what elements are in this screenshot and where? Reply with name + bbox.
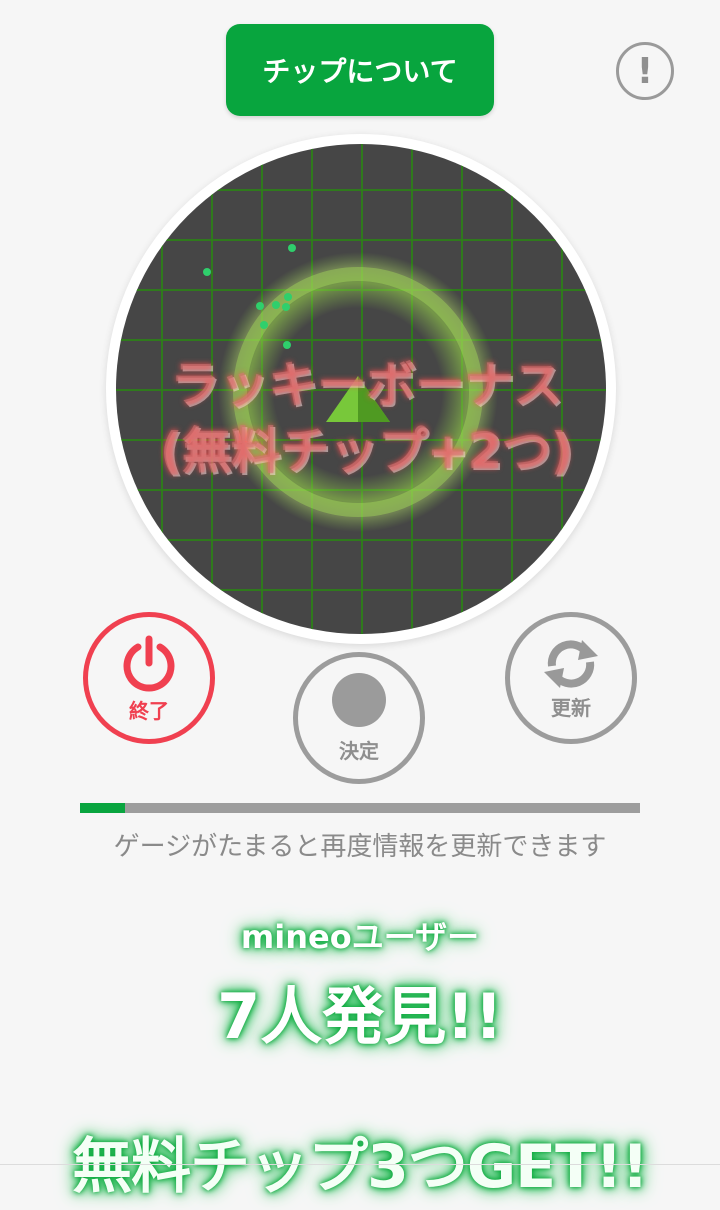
refresh-gauge-fill [80,803,125,813]
gauge-note: ゲージがたまると再度情報を更新できます [113,832,607,862]
divider [0,1164,720,1165]
refresh-icon [544,639,598,688]
decide-dot-icon [332,672,386,727]
decide-button-label: 決定 [339,738,379,763]
decide-button[interactable]: 決定 [293,652,425,784]
refresh-gauge [80,803,640,813]
end-button-label: 終了 [129,698,169,723]
lucky-bonus-text: ラッキーボーナス (無料チップ+2つ) [106,352,626,484]
users-found-count: 7人発見!! [217,980,503,1053]
bonus-line-2: (無料チップ+2つ) [159,422,573,480]
bonus-line-1: ラッキーボーナス [170,356,563,414]
about-chip-button[interactable]: チップについて [226,24,494,116]
info-icon[interactable]: ! [616,42,674,100]
refresh-button[interactable]: 更新 [505,612,637,744]
power-icon [123,635,175,692]
free-chip-text: 無料チップ3つGET!! [72,1132,649,1202]
refresh-button-label: 更新 [551,695,591,720]
end-button[interactable]: 終了 [83,612,215,744]
users-label: mineoユーザー [240,918,480,956]
